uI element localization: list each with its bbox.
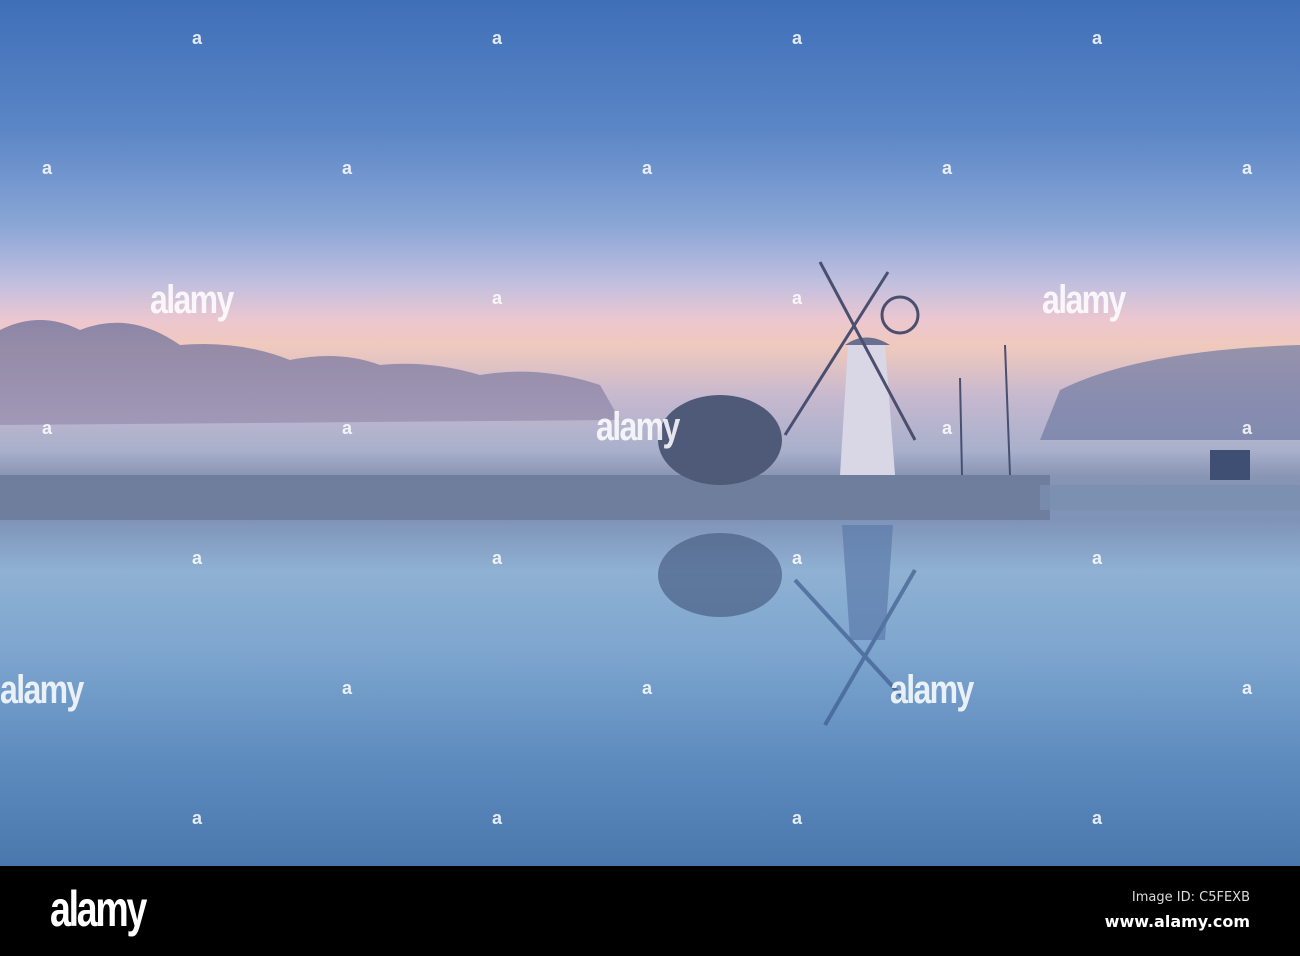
watermark-mark: a (492, 288, 503, 308)
watermark-mark: a (42, 158, 53, 178)
watermark-mark: a (642, 678, 653, 698)
watermark-mark: a (1092, 808, 1103, 828)
watermark-mark: a (1092, 548, 1103, 568)
watermark-mark: a (492, 808, 503, 828)
windmill (783, 261, 920, 475)
watermark-mark: a (342, 158, 353, 178)
clouds (0, 320, 620, 425)
watermark-mark: a (792, 288, 803, 308)
watermark-mark: a (1242, 418, 1253, 438)
site-url: www.alamy.com (1104, 912, 1250, 931)
watermark-mark: a (792, 808, 803, 828)
windmill-photo: alamy alamy alamy alamy alamy a a a a a … (0, 0, 1300, 866)
footer-bar: alamy Image ID: C5FEXB www.alamy.com (0, 866, 1300, 956)
watermark-mark: a (792, 28, 803, 48)
watermark: alamy (596, 405, 680, 449)
watermark-mark: a (792, 548, 803, 568)
alamy-logo: alamy (50, 881, 147, 937)
watermark-mark: a (492, 548, 503, 568)
watermark: alamy (890, 668, 974, 712)
watermark-mark: a (192, 548, 203, 568)
watermark-mark: a (1092, 28, 1103, 48)
watermark-mark: a (942, 158, 953, 178)
land-strip (0, 475, 1050, 520)
clouds-right (1040, 345, 1300, 440)
watermark-mark: a (42, 418, 53, 438)
watermark: alamy (1042, 278, 1126, 322)
watermark: alamy (150, 278, 234, 322)
watermark-mark: a (942, 418, 953, 438)
watermark-mark: a (642, 158, 653, 178)
watermark-mark: a (342, 418, 353, 438)
watermark-mark: a (192, 28, 203, 48)
watermark-mark: a (492, 28, 503, 48)
watermark-mark: a (342, 678, 353, 698)
watermark-mark: a (1242, 678, 1253, 698)
watermark: alamy (0, 668, 84, 712)
watermark-mark: a (1242, 158, 1253, 178)
image-id: Image ID: C5FEXB (1131, 890, 1250, 905)
boat-shelter (1210, 450, 1250, 480)
watermark-mark: a (192, 808, 203, 828)
